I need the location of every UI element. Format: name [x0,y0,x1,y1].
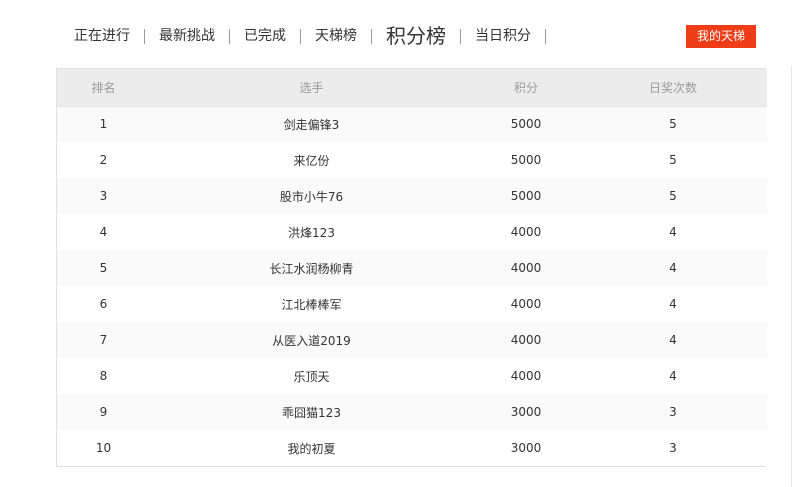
table-row: 3 股市小牛76 5000 5 [57,178,767,214]
rank-cell: 8 [57,358,150,394]
rank-cell: 9 [57,394,150,430]
table-row: 10 我的初夏 3000 3 [57,430,767,466]
page-right-edge [790,0,795,487]
ranking-table: 排名 选手 积分 日奖次数 1 剑走偏锋3 5000 5 2 来亿份 5000 [56,68,767,467]
daily-awards-cell: 5 [579,142,767,178]
points-cell: 4000 [473,358,579,394]
rank-cell: 4 [57,214,150,250]
column-header-player: 选手 [150,69,473,107]
rank-cell: 6 [57,286,150,322]
rank-cell: 10 [57,430,150,466]
table-row: 2 来亿份 5000 5 [57,142,767,178]
points-cell: 4000 [473,286,579,322]
table-row: 7 从医入道2019 4000 4 [57,322,767,358]
tab-points-ranking[interactable]: 积分榜 [372,26,460,46]
table-row: 5 长江水润杨柳青 4000 4 [57,250,767,286]
column-header-rank: 排名 [57,69,150,107]
tab-bar: 正在进行 最新挑战 已完成 天梯榜 积分榜 当日积分 [60,14,620,58]
player-cell[interactable]: 剑走偏锋3 [150,106,473,142]
points-cell: 4000 [473,250,579,286]
tab-ladder[interactable]: 天梯榜 [301,26,371,46]
player-cell[interactable]: 乖囧猫123 [150,394,473,430]
tab-latest-challenge[interactable]: 最新挑战 [145,26,229,46]
daily-awards-cell: 4 [579,214,767,250]
tab-separator [545,28,546,44]
points-cell: 3000 [473,430,579,466]
player-cell[interactable]: 江北棒棒军 [150,286,473,322]
table-row: 6 江北棒棒军 4000 4 [57,286,767,322]
column-header-daily-awards: 日奖次数 [579,69,767,107]
daily-awards-cell: 3 [579,430,767,466]
rank-cell: 5 [57,250,150,286]
table-row: 9 乖囧猫123 3000 3 [57,394,767,430]
player-cell[interactable]: 从医入道2019 [150,322,473,358]
daily-awards-cell: 5 [579,178,767,214]
leaderboard-page: 正在进行 最新挑战 已完成 天梯榜 积分榜 当日积分 我的天梯 排名 选手 积分… [0,0,795,487]
daily-awards-cell: 3 [579,394,767,430]
player-cell[interactable]: 来亿份 [150,142,473,178]
points-cell: 5000 [473,178,579,214]
rank-cell: 2 [57,142,150,178]
player-cell[interactable]: 长江水润杨柳青 [150,250,473,286]
rank-cell: 3 [57,178,150,214]
player-cell[interactable]: 洪烽123 [150,214,473,250]
daily-awards-cell: 4 [579,358,767,394]
daily-awards-cell: 4 [579,286,767,322]
rank-cell: 1 [57,106,150,142]
points-cell: 4000 [473,322,579,358]
daily-awards-cell: 4 [579,250,767,286]
tab-completed[interactable]: 已完成 [230,26,300,46]
column-header-points: 积分 [473,69,579,107]
table-header-row: 排名 选手 积分 日奖次数 [57,69,767,107]
table-row: 8 乐顶天 4000 4 [57,358,767,394]
points-cell: 5000 [473,142,579,178]
table-row: 4 洪烽123 4000 4 [57,214,767,250]
player-cell[interactable]: 我的初夏 [150,430,473,466]
daily-awards-cell: 5 [579,106,767,142]
divider [791,66,792,487]
tab-ongoing[interactable]: 正在进行 [60,26,144,46]
my-ladder-button[interactable]: 我的天梯 [686,25,756,48]
tab-daily-points[interactable]: 当日积分 [461,26,545,46]
rank-cell: 7 [57,322,150,358]
player-cell[interactable]: 股市小牛76 [150,178,473,214]
player-cell[interactable]: 乐顶天 [150,358,473,394]
table-row: 1 剑走偏锋3 5000 5 [57,106,767,142]
points-cell: 5000 [473,106,579,142]
daily-awards-cell: 4 [579,322,767,358]
points-cell: 3000 [473,394,579,430]
points-cell: 4000 [473,214,579,250]
